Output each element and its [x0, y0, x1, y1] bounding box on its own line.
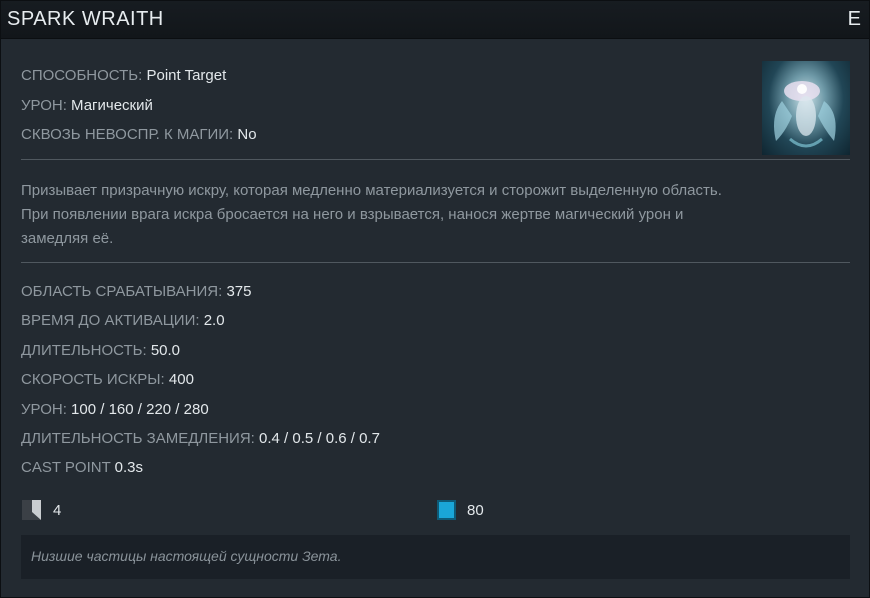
- ability-tooltip: SPARK WRAITH E СПОСОБНОСТЬ: Point Target…: [0, 0, 870, 598]
- stat-row: ДЛИТЕЛЬНОСТЬ: 50.0: [21, 342, 180, 359]
- spell-immunity-row: СКВОЗЬ НЕВОСПР. К МАГИИ: No: [21, 126, 257, 143]
- spell-immunity-value: No: [237, 126, 257, 143]
- stat-row: УРОН: 100 / 160 / 220 / 280: [21, 401, 209, 418]
- stat-label: УРОН:: [21, 401, 67, 418]
- ability-behavior-row: СПОСОБНОСТЬ: Point Target: [21, 67, 226, 84]
- stat-value: 0.4 / 0.5 / 0.6 / 0.7: [259, 430, 380, 447]
- stat-value: 400: [168, 371, 194, 388]
- description-line: Призывает призрачную искру, которая медл…: [21, 182, 722, 199]
- stat-value: 0.3s: [114, 459, 143, 476]
- mana-icon: [437, 500, 456, 520]
- stat-row: СКОРОСТЬ ИСКРЫ: 400: [21, 371, 194, 388]
- stat-label: ВРЕМЯ ДО АКТИВАЦИИ:: [21, 312, 200, 329]
- stat-label: СКОРОСТЬ ИСКРЫ:: [21, 371, 165, 388]
- stat-row: CAST POINT 0.3s: [21, 459, 143, 476]
- behavior-value: Point Target: [146, 67, 227, 84]
- cooldown-value: 4: [53, 502, 62, 519]
- damage-type-value: Магический: [71, 97, 153, 114]
- stat-value: 2.0: [203, 312, 225, 329]
- ability-name: SPARK WRAITH: [7, 8, 164, 30]
- stat-label: ОБЛАСТЬ СРАБАТЫВАНИЯ:: [21, 283, 223, 300]
- lore-text: Низшие частицы настоящей сущности Зета.: [31, 548, 342, 564]
- cooldown-icon: [22, 500, 41, 520]
- mana-value: 80: [467, 502, 484, 519]
- stat-value: 50.0: [150, 342, 181, 359]
- tooltip-header: SPARK WRAITH E: [1, 1, 869, 39]
- damage-type-label: УРОН:: [21, 97, 67, 114]
- stat-label: ДЛИТЕЛЬНОСТЬ ЗАМЕДЛЕНИЯ:: [21, 430, 255, 447]
- divider: [21, 262, 850, 263]
- stat-label: ДЛИТЕЛЬНОСТЬ:: [21, 342, 147, 359]
- stat-value: 375: [226, 283, 252, 300]
- stat-row: ОБЛАСТЬ СРАБАТЫВАНИЯ: 375: [21, 283, 252, 300]
- stat-row: ВРЕМЯ ДО АКТИВАЦИИ: 2.0: [21, 312, 225, 329]
- ability-description: Призывает призрачную искру, которая медл…: [21, 179, 851, 251]
- behavior-label: СПОСОБНОСТЬ:: [21, 67, 143, 84]
- description-line: замедляя её.: [21, 230, 114, 247]
- spell-immunity-label: СКВОЗЬ НЕВОСПР. К МАГИИ:: [21, 126, 234, 143]
- description-line: При появлении врага искра бросается на н…: [21, 206, 684, 223]
- stat-value: 100 / 160 / 220 / 280: [71, 401, 209, 418]
- lore-box: Низшие частицы настоящей сущности Зета.: [21, 535, 850, 579]
- spark-wraith-portrait-icon: [762, 61, 850, 155]
- divider: [21, 159, 850, 160]
- stat-row: ДЛИТЕЛЬНОСТЬ ЗАМЕДЛЕНИЯ: 0.4 / 0.5 / 0.6…: [21, 430, 380, 447]
- damage-type-row: УРОН: Магический: [21, 97, 153, 114]
- stat-label: CAST POINT: [21, 459, 111, 476]
- ability-hotkey: E: [847, 8, 861, 30]
